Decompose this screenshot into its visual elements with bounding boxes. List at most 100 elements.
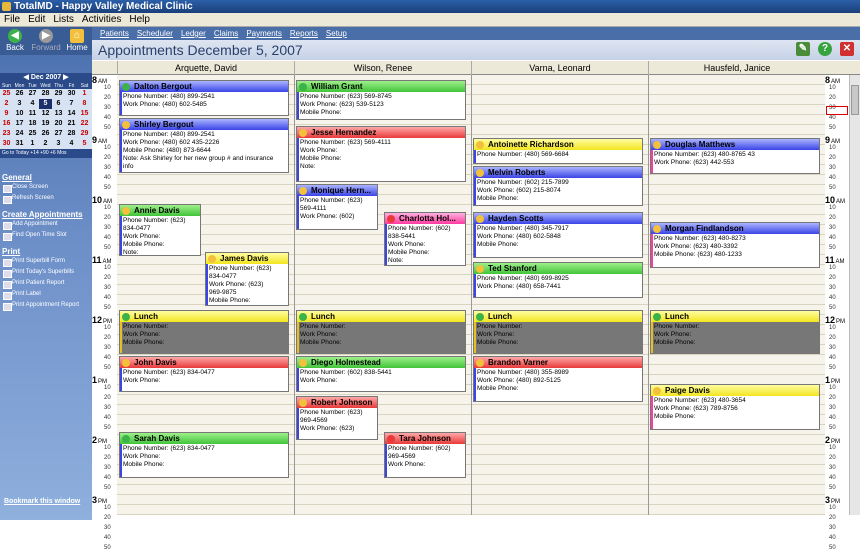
nav-claims[interactable]: Claims (214, 27, 238, 40)
print-label-link[interactable]: Print Label (2, 291, 90, 300)
calendar-day[interactable]: 31 (13, 139, 26, 149)
calendar-day[interactable]: 6 (52, 99, 65, 109)
calendar-footer[interactable]: Go to Today +14 +90 +6 Mos (0, 149, 92, 158)
calendar-day[interactable]: 5 (78, 139, 91, 149)
calendar-day[interactable]: 4 (65, 139, 78, 149)
vertical-scrollbar[interactable] (849, 75, 860, 515)
calendar-day[interactable]: 26 (39, 129, 52, 139)
appointment-card[interactable]: Melvin Roberts Phone Number: (602) 215-78… (473, 166, 643, 206)
close-screen-link[interactable]: Close Screen (2, 184, 90, 193)
provider-header-varna[interactable]: Varna, Leonard (471, 61, 648, 75)
appointment-card[interactable]: Paige Davis Phone Number: (623) 480-3654 W… (650, 384, 820, 430)
appointment-card[interactable]: Jesse Hernandez Phone Number: (623) 569-4… (296, 126, 466, 182)
calendar-day[interactable]: 4 (26, 99, 39, 109)
find-open-slot-link[interactable]: Find Open Time Slot (2, 232, 90, 241)
calendar-day[interactable]: 8 (78, 99, 91, 109)
appointment-card[interactable]: Diego Holmestead Phone Number: (602) 838-… (296, 356, 466, 392)
forward-button[interactable]: ▶ Forward (31, 29, 61, 54)
lunch-block[interactable]: Lunch Phone Number: Work Phone: Mobile Phon… (473, 310, 643, 354)
appointment-card[interactable]: William Grant Phone Number: (623) 569-874… (296, 80, 466, 120)
calendar-day[interactable]: 1 (78, 89, 91, 99)
calendar-day[interactable]: 16 (0, 119, 13, 129)
prev-month-icon[interactable]: ◀ (23, 74, 30, 81)
calendar-day[interactable]: 28 (65, 129, 78, 139)
provider-header-arquette[interactable]: Arquette, David (117, 61, 294, 75)
appointment-card[interactable]: Monique Hern... Phone Number: (623) 569-41… (296, 184, 378, 230)
menu-edit[interactable]: Edit (24, 13, 49, 27)
calendar-day[interactable]: 30 (65, 89, 78, 99)
menu-activities[interactable]: Activities (78, 13, 125, 27)
nav-ledger[interactable]: Ledger (181, 27, 206, 40)
print-appointment-report-link[interactable]: Print Appointment Report (2, 302, 90, 311)
provider-header-hausfeld[interactable]: Hausfeld, Janice (648, 61, 825, 75)
appointment-card[interactable]: Annie Davis Phone Number: (623) 834-0477 Wo… (119, 204, 201, 256)
help-icon[interactable]: ? (818, 42, 832, 56)
calendar-day[interactable]: 11 (26, 109, 39, 119)
calendar-day[interactable]: 27 (26, 89, 39, 99)
appointment-card[interactable]: Hayden Scotts Phone Number: (480) 345-791… (473, 212, 643, 258)
calendar-day[interactable]: 17 (13, 119, 26, 129)
next-month-icon[interactable]: ▶ (61, 74, 68, 81)
back-button[interactable]: ◀ Back (0, 29, 30, 54)
appointment-card[interactable]: Robert Johnson Phone Number: (623) 969-456… (296, 396, 378, 440)
calendar-day[interactable]: 21 (65, 119, 78, 129)
nav-setup[interactable]: Setup (326, 27, 347, 40)
home-button[interactable]: ⌂ Home (62, 29, 92, 54)
nav-scheduler[interactable]: Scheduler (137, 27, 173, 40)
calendar-day[interactable]: 25 (26, 129, 39, 139)
nav-payments[interactable]: Payments (246, 27, 282, 40)
calendar-day[interactable]: 14 (65, 109, 78, 119)
calendar-day[interactable]: 27 (52, 129, 65, 139)
menu-file[interactable]: File (0, 13, 24, 27)
calendar-day[interactable]: 23 (0, 129, 13, 139)
calendar-day[interactable]: 12 (39, 109, 52, 119)
print-superbill-form-link[interactable]: Print Superbill Form (2, 258, 90, 267)
calendar-day[interactable]: 3 (52, 139, 65, 149)
calendar-day[interactable]: 30 (0, 139, 13, 149)
calendar-day[interactable]: 29 (78, 129, 91, 139)
nav-patients[interactable]: Patients (100, 27, 129, 40)
calendar-day[interactable]: 28 (39, 89, 52, 99)
appointment-card[interactable]: Antoinette Richardson Phone Number: (480)… (473, 138, 643, 164)
lunch-block[interactable]: Lunch Phone Number: Work Phone: Mobile Phon… (119, 310, 289, 354)
close-icon[interactable]: ✕ (840, 42, 854, 56)
calendar-day[interactable]: 20 (52, 119, 65, 129)
calendar-day[interactable]: 15 (78, 109, 91, 119)
calendar-day[interactable]: 10 (13, 109, 26, 119)
calendar-day[interactable]: 3 (13, 99, 26, 109)
lunch-block[interactable]: Lunch Phone Number: Work Phone: Mobile Phon… (650, 310, 820, 354)
appointment-card[interactable]: John Davis Phone Number: (623) 834-0477 Wo… (119, 356, 289, 392)
appointment-card[interactable]: James Davis Phone Number: (623) 834-0477 Wo… (205, 252, 289, 306)
calendar-day[interactable]: 22 (78, 119, 91, 129)
calendar-day[interactable]: 25 (0, 89, 13, 99)
appointment-card[interactable]: Dalton Bergout Phone Number: (480) 899-25… (119, 80, 289, 116)
calendar-day[interactable]: 24 (13, 129, 26, 139)
scrollbar-thumb[interactable] (851, 85, 859, 115)
appointment-card[interactable]: Sarah Davis Phone Number: (623) 834-0477 W… (119, 432, 289, 478)
calendar-day[interactable]: 5 (39, 99, 52, 109)
calendar-day[interactable]: 2 (39, 139, 52, 149)
section-general[interactable]: General (2, 173, 90, 182)
menu-lists[interactable]: Lists (49, 13, 78, 27)
section-print[interactable]: Print (2, 247, 90, 256)
appointment-card[interactable]: Brandon Varner Phone Number: (480) 355-89… (473, 356, 643, 402)
print-patient-report-link[interactable]: Print Patient Report (2, 280, 90, 289)
menu-help[interactable]: Help (125, 13, 154, 27)
calendar-day[interactable]: 13 (52, 109, 65, 119)
section-create-appointments[interactable]: Create Appointments (2, 210, 90, 219)
appointment-card[interactable]: Morgan Findlandson Phone Number: (623) 48… (650, 222, 820, 268)
calendar-day[interactable]: 29 (52, 89, 65, 99)
calendar-day[interactable]: 1 (26, 139, 39, 149)
appointment-card[interactable]: Ted Stanford Phone Number: (480) 699-8925… (473, 262, 643, 298)
appointment-card[interactable]: Tara Johnson Phone Number: (602) 969-4569 W… (384, 432, 466, 478)
appointment-card[interactable]: Douglas Matthews Phone Number: (623) 480-… (650, 138, 820, 174)
nav-reports[interactable]: Reports (290, 27, 318, 40)
appointment-card[interactable]: Charlotta Hol... Phone Number: (602) 838-5… (384, 212, 466, 266)
edit-icon[interactable]: ✎ (796, 42, 810, 56)
lunch-block[interactable]: Lunch Phone Number: Work Phone: Mobile Phon… (296, 310, 466, 354)
provider-header-wilson[interactable]: Wilson, Renee (294, 61, 471, 75)
calendar-day[interactable]: 26 (13, 89, 26, 99)
print-todays-superbills-link[interactable]: Print Today's Superbills (2, 269, 90, 278)
bookmark-link[interactable]: Bookmark this window (4, 498, 80, 505)
calendar-day[interactable]: 7 (65, 99, 78, 109)
